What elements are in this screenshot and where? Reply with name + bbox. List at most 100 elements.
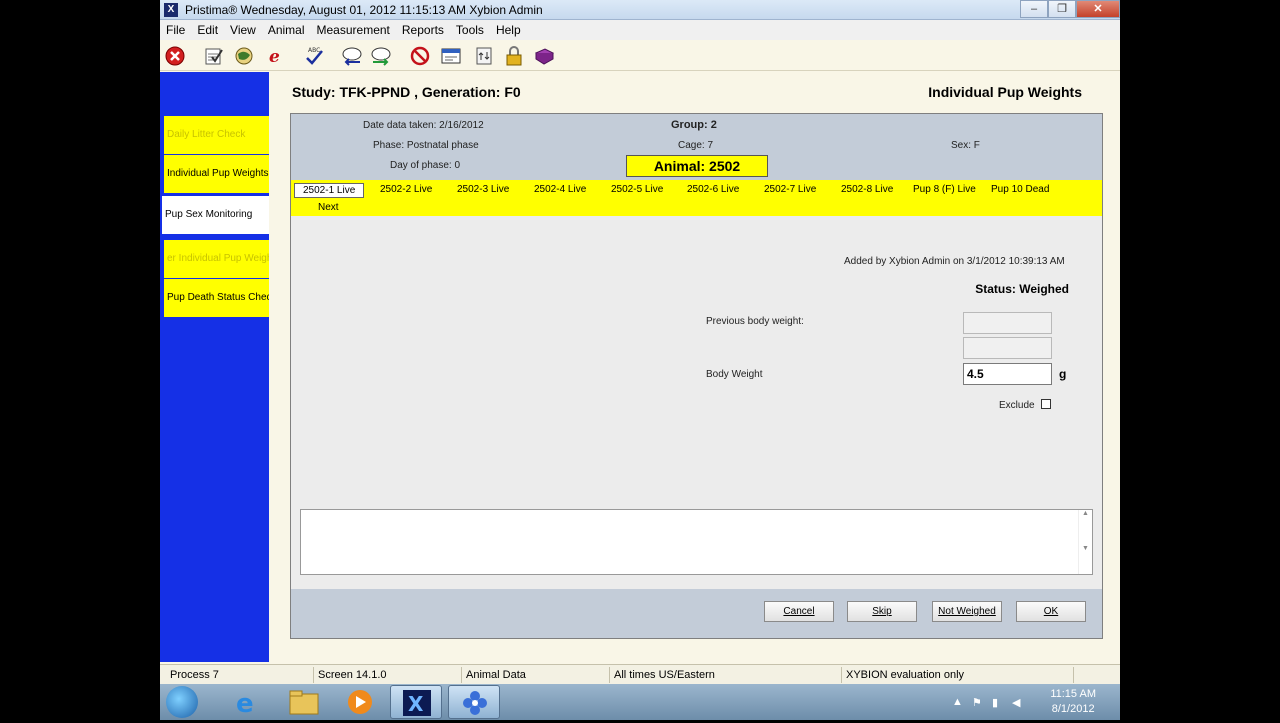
no-sign-icon[interactable] — [409, 45, 431, 67]
form-title: Individual Pup Weights — [928, 84, 1082, 100]
flower-app-icon[interactable] — [448, 685, 500, 719]
pup-tab-2502-7[interactable]: 2502-7 Live — [764, 184, 816, 195]
sidebar-item-other-individual-pup-weights[interactable]: er Individual Pup Weigh — [164, 240, 269, 278]
menu-bar: File Edit View Animal Measurement Report… — [160, 20, 1120, 40]
system-clock[interactable]: 11:15 AM 8/1/2012 — [1050, 687, 1096, 717]
svg-text:e: e — [269, 47, 280, 67]
comments-textarea[interactable]: ▲ ▼ — [300, 509, 1093, 575]
status-license: XYBION evaluation only — [842, 667, 1074, 683]
menu-edit[interactable]: Edit — [197, 23, 218, 37]
internet-explorer-icon[interactable]: e — [220, 685, 272, 719]
sidebar-item-pup-sex-monitoring[interactable]: Pup Sex Monitoring — [162, 196, 269, 234]
sidebar-item-pup-death-status-check[interactable]: Pup Death Status Chec — [164, 279, 269, 317]
status-text: Status: Weighed — [975, 282, 1069, 296]
taskbar: e X ▲ ⚑ ▮ ◀ 11:15 AM 8/1/2012 — [160, 684, 1120, 720]
pup-tab-2502-8[interactable]: 2502-8 Live — [841, 184, 893, 195]
form-icon[interactable] — [440, 45, 462, 67]
pup-tab-2502-3[interactable]: 2502-3 Live — [457, 184, 509, 195]
animal-id-badge: Animal: 2502 — [626, 155, 768, 177]
action-bar: Cancel Skip Not Weighed OK — [291, 589, 1102, 638]
network-icon[interactable]: ▮ — [992, 696, 998, 709]
pristima-app-icon: X — [164, 3, 178, 17]
main-content: Study: TFK-PPND , Generation: F0 Individ… — [270, 72, 1120, 662]
flag-icon[interactable]: ⚑ — [972, 696, 982, 709]
day-of-phase-text: Day of phase: 0 — [390, 160, 461, 171]
maximize-button[interactable]: ❐ — [1048, 0, 1076, 18]
skip-button-label: Skip — [872, 606, 892, 617]
volume-icon[interactable]: ◀ — [1012, 696, 1020, 709]
cloud-back-icon[interactable] — [341, 45, 363, 67]
spellcheck-icon[interactable]: ABC — [303, 45, 325, 67]
data-entry-panel: Date data taken: 2/16/2012 Phase: Postna… — [290, 113, 1103, 639]
sidebar: Daily Litter Check Individual Pup Weight… — [160, 72, 269, 662]
pup-tabs: 2502-1 Live 2502-2 Live 2502-3 Live 2502… — [291, 180, 1102, 216]
date-taken-text: Date data taken: 2/16/2012 — [363, 120, 484, 131]
cage-text: Cage: 7 — [678, 140, 714, 151]
pup-tab-2502-2[interactable]: 2502-2 Live — [380, 184, 432, 195]
status-process: Process 7 — [166, 667, 314, 683]
menu-help[interactable]: Help — [496, 23, 521, 37]
status-bar: Process 7 Screen 14.1.0 Animal Data All … — [160, 664, 1120, 684]
menu-file[interactable]: File — [166, 23, 185, 37]
cloud-forward-icon[interactable] — [370, 45, 392, 67]
menu-tools[interactable]: Tools — [456, 23, 484, 37]
pup-tab-pup-10[interactable]: Pup 10 Dead — [991, 184, 1049, 195]
menu-reports[interactable]: Reports — [402, 23, 444, 37]
book-icon[interactable] — [533, 45, 555, 67]
status-timezone: All times US/Eastern — [610, 667, 842, 683]
svg-text:X: X — [408, 692, 424, 716]
sidebar-item-daily-litter-check[interactable]: Daily Litter Check — [164, 116, 269, 154]
ok-button-label: OK — [1043, 606, 1059, 617]
pup-tab-2502-5[interactable]: 2502-5 Live — [611, 184, 663, 195]
pup-tab-2502-6[interactable]: 2502-6 Live — [687, 184, 739, 195]
skip-button[interactable]: Skip — [847, 601, 917, 622]
ok-button[interactable]: OK — [1016, 601, 1086, 622]
globe-icon[interactable] — [233, 45, 255, 67]
lock-icon[interactable] — [503, 45, 525, 67]
svg-text:ABC: ABC — [308, 47, 320, 54]
not-weighed-button-label: Not Weighed — [938, 606, 996, 617]
close-button[interactable]: ✕ — [1076, 0, 1120, 18]
folder-icon[interactable] — [278, 685, 330, 719]
notepad-check-icon[interactable] — [202, 45, 224, 67]
added-by-text: Added by Xybion Admin on 3/1/2012 10:39:… — [844, 256, 1065, 267]
previous-weight-field — [963, 312, 1052, 334]
cancel-icon[interactable] — [164, 45, 186, 67]
start-orb-icon[interactable] — [166, 686, 198, 718]
sidebar-item-individual-pup-weights[interactable]: Individual Pup Weights — [164, 155, 269, 193]
application-window: X Pristima® Wednesday, August 01, 2012 1… — [160, 0, 1120, 684]
not-weighed-button[interactable]: Not Weighed — [932, 601, 1002, 622]
minimize-button[interactable]: – — [1020, 0, 1048, 18]
previous-weight-label: Previous body weight: — [706, 316, 804, 327]
exchange-icon[interactable] — [473, 45, 495, 67]
tray-arrow-icon[interactable]: ▲ — [952, 696, 963, 708]
window-controls: – ❐ ✕ — [1020, 0, 1120, 18]
pup-tab-pup-8[interactable]: Pup 8 (F) Live — [913, 184, 976, 195]
pup-tab-2502-4[interactable]: 2502-4 Live — [534, 184, 586, 195]
clock-time: 11:15 AM — [1050, 688, 1096, 700]
window-title: Pristima® Wednesday, August 01, 2012 11:… — [185, 3, 543, 17]
phase-text: Phase: Postnatal phase — [373, 140, 479, 151]
e-icon[interactable]: e — [264, 45, 286, 67]
cancel-button[interactable]: Cancel — [764, 601, 834, 622]
status-screen: Screen 14.1.0 — [314, 667, 462, 683]
weight-unit: g — [1059, 367, 1067, 381]
svg-text:e: e — [236, 689, 254, 719]
previous-weight-extra-field — [963, 337, 1052, 359]
body-weight-input[interactable]: 4.5 — [963, 363, 1052, 385]
exclude-checkbox[interactable] — [1041, 399, 1051, 409]
group-text: Group: 2 — [671, 119, 717, 131]
pup-tab-2502-1[interactable]: 2502-1 Live — [294, 183, 365, 198]
exclude-label: Exclude — [999, 400, 1035, 411]
media-player-icon[interactable] — [334, 685, 386, 719]
next-link[interactable]: Next — [318, 202, 339, 213]
menu-measurement[interactable]: Measurement — [317, 23, 390, 37]
menu-view[interactable]: View — [230, 23, 256, 37]
body-weight-label: Body Weight — [706, 369, 763, 380]
clock-date: 8/1/2012 — [1051, 703, 1095, 715]
menu-animal[interactable]: Animal — [268, 23, 305, 37]
pristima-icon[interactable]: X — [390, 685, 442, 719]
study-heading: Study: TFK-PPND , Generation: F0 — [292, 84, 521, 100]
comments-scrollbar[interactable]: ▲ ▼ — [1078, 510, 1092, 574]
toolbar: e ABC — [160, 41, 1120, 71]
